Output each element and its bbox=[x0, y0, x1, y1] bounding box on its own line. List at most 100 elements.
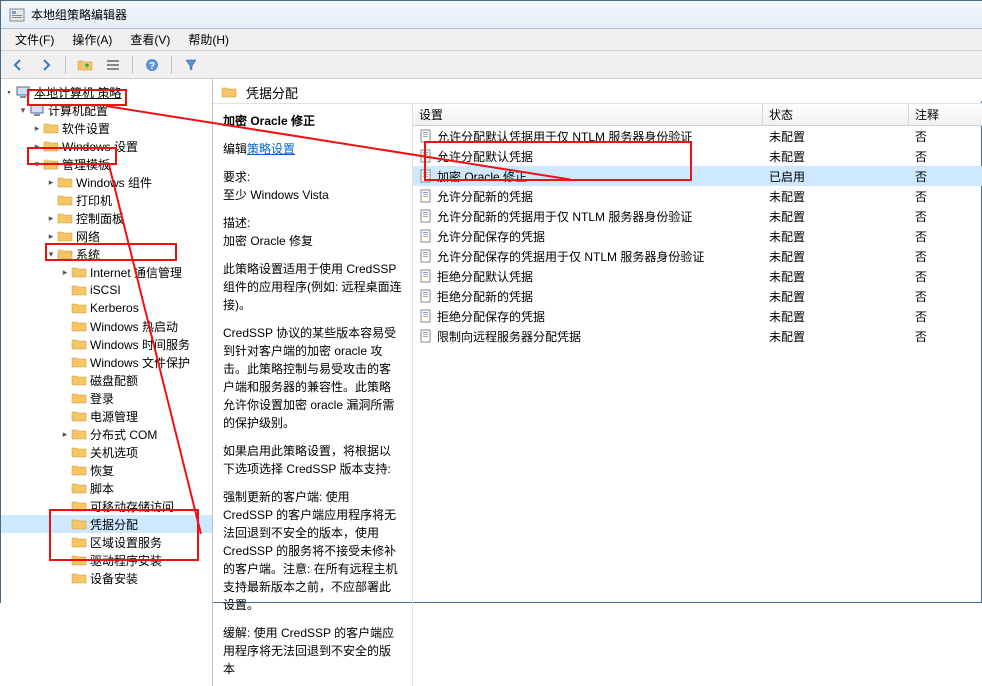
filter-button[interactable] bbox=[180, 54, 202, 76]
tree-logon[interactable]: ▸ 登录 bbox=[1, 389, 212, 407]
expander-icon[interactable]: ▸ bbox=[31, 140, 43, 152]
toolbar: ? bbox=[1, 51, 982, 79]
folder-icon bbox=[57, 174, 73, 190]
tree-internet-comm[interactable]: ▸ Internet 通信管理 bbox=[1, 263, 212, 281]
folder-icon bbox=[71, 318, 87, 334]
list-row[interactable]: 允许分配保存的凭据用于仅 NTLM 服务器身份验证 未配置 否 bbox=[413, 246, 982, 266]
tree-label: 凭据分配 bbox=[90, 516, 138, 533]
tree-recovery[interactable]: ▸ 恢复 bbox=[1, 461, 212, 479]
folder-open-icon bbox=[43, 156, 59, 172]
tree-label: 磁盘配额 bbox=[90, 372, 138, 389]
tree-dcom[interactable]: ▸ 分布式 COM bbox=[1, 425, 212, 443]
cell-comment: 否 bbox=[909, 248, 982, 265]
tree-pane[interactable]: ▪ 本地计算机 策略 ▾ 计算机配置 ▸软件设置 ▸ Windows 设置 bbox=[1, 79, 213, 686]
tree-iscsi[interactable]: ▸ iSCSI bbox=[1, 281, 212, 299]
setting-name: 允许分配新的凭据用于仅 NTLM 服务器身份验证 bbox=[437, 208, 692, 225]
list-row[interactable]: 限制向远程服务器分配凭据 未配置 否 bbox=[413, 326, 982, 346]
expander-icon[interactable]: ▪ bbox=[3, 86, 15, 98]
cell-comment: 否 bbox=[909, 168, 982, 185]
setting-name: 拒绝分配保存的凭据 bbox=[437, 308, 545, 325]
tree-regional-settings[interactable]: ▸ 区域设置服务 bbox=[1, 533, 212, 551]
tree-printers[interactable]: ▸打印机 bbox=[1, 191, 212, 209]
expander-icon[interactable]: ▾ bbox=[45, 248, 57, 260]
tree-win-fileprot[interactable]: ▸ Windows 文件保护 bbox=[1, 353, 212, 371]
list-row[interactable]: 允许分配默认凭据 未配置 否 bbox=[413, 146, 982, 166]
tree-scripts[interactable]: ▸ 脚本 bbox=[1, 479, 212, 497]
cell-status: 已启用 bbox=[763, 168, 909, 185]
up-folder-button[interactable] bbox=[74, 54, 96, 76]
tree-shutdown-opts[interactable]: ▸ 关机选项 bbox=[1, 443, 212, 461]
app-icon bbox=[9, 7, 25, 23]
expander-icon[interactable]: ▸ bbox=[45, 212, 57, 224]
cell-status: 未配置 bbox=[763, 228, 909, 245]
tree-admin-templates[interactable]: ▾管理模板 bbox=[1, 155, 212, 173]
tree-label: Windows 设置 bbox=[62, 138, 138, 155]
list-row[interactable]: 拒绝分配新的凭据 未配置 否 bbox=[413, 286, 982, 306]
help-button[interactable]: ? bbox=[141, 54, 163, 76]
back-button[interactable] bbox=[7, 54, 29, 76]
folder-icon bbox=[57, 210, 73, 226]
policy-list-pane: 设置 状态 注释 允许分配默认凭据用于仅 NTLM 服务器身份验证 未配置 否 … bbox=[413, 104, 982, 686]
list-row[interactable]: 允许分配新的凭据用于仅 NTLM 服务器身份验证 未配置 否 bbox=[413, 206, 982, 226]
list-row[interactable]: 允许分配新的凭据 未配置 否 bbox=[413, 186, 982, 206]
column-header[interactable]: 设置 状态 注释 bbox=[413, 104, 982, 126]
expander-icon[interactable]: ▸ bbox=[59, 266, 71, 278]
forward-button[interactable] bbox=[35, 54, 57, 76]
description-p1: 此策略设置适用于使用 CredSSP 组件的应用程序(例如: 远程桌面连接)。 bbox=[223, 260, 402, 314]
tree-cred-delegation[interactable]: ▸ 凭据分配 bbox=[1, 515, 212, 533]
tree-label: 分布式 COM bbox=[90, 426, 157, 443]
tree-win-hotstart[interactable]: ▸ Windows 热启动 bbox=[1, 317, 212, 335]
setting-name: 拒绝分配默认凭据 bbox=[437, 268, 533, 285]
tree-root[interactable]: ▪ 本地计算机 策略 bbox=[1, 83, 212, 101]
expander-icon[interactable]: ▸ bbox=[45, 230, 57, 242]
expander-icon[interactable]: ▸ bbox=[45, 176, 57, 188]
tree-kerberos[interactable]: ▸ Kerberos bbox=[1, 299, 212, 317]
tree-computer-config[interactable]: ▾ 计算机配置 bbox=[1, 101, 212, 119]
col-header-setting[interactable]: 设置 bbox=[413, 104, 763, 125]
list-row[interactable]: 允许分配默认凭据用于仅 NTLM 服务器身份验证 未配置 否 bbox=[413, 126, 982, 146]
tree-network[interactable]: ▸网络 bbox=[1, 227, 212, 245]
tree-label: 系统 bbox=[76, 246, 100, 263]
tree-label: 本地计算机 策略 bbox=[34, 84, 121, 101]
tree-windows-settings[interactable]: ▸ Windows 设置 bbox=[1, 137, 212, 155]
cell-comment: 否 bbox=[909, 328, 982, 345]
tree-system[interactable]: ▾ 系统 bbox=[1, 245, 212, 263]
list-row[interactable]: 加密 Oracle 修正 已启用 否 bbox=[413, 166, 982, 186]
menu-help[interactable]: 帮助(H) bbox=[180, 29, 237, 50]
tree-power-mgmt[interactable]: ▸ 电源管理 bbox=[1, 407, 212, 425]
col-header-status[interactable]: 状态 bbox=[763, 104, 909, 125]
expander-icon[interactable]: ▸ bbox=[59, 428, 71, 440]
tree-driver-install[interactable]: ▸ 驱动程序安装 bbox=[1, 551, 212, 569]
list-row[interactable]: 拒绝分配保存的凭据 未配置 否 bbox=[413, 306, 982, 326]
menu-file[interactable]: 文件(F) bbox=[7, 29, 62, 50]
tree-disk-quota[interactable]: ▸ 磁盘配额 bbox=[1, 371, 212, 389]
edit-policy-link[interactable]: 策略设置 bbox=[247, 142, 295, 156]
tree-label: 设备安装 bbox=[90, 570, 138, 587]
tree-win-timesvc[interactable]: ▸ Windows 时间服务 bbox=[1, 335, 212, 353]
right-pane: 凭据分配 加密 Oracle 修正 编辑策略设置 要求: 至少 Windows … bbox=[213, 79, 982, 686]
list-row[interactable]: 拒绝分配默认凭据 未配置 否 bbox=[413, 266, 982, 286]
description-label: 描述: bbox=[223, 214, 402, 232]
expander-icon[interactable]: ▾ bbox=[17, 104, 29, 116]
tree-device-install[interactable]: ▸ 设备安装 bbox=[1, 569, 212, 587]
cell-status: 未配置 bbox=[763, 188, 909, 205]
expander-icon[interactable]: ▸ bbox=[31, 122, 43, 134]
list-row[interactable]: 允许分配保存的凭据 未配置 否 bbox=[413, 226, 982, 246]
menu-action[interactable]: 操作(A) bbox=[64, 29, 120, 50]
folder-icon bbox=[71, 534, 87, 550]
tree-control-panel[interactable]: ▸控制面板 bbox=[1, 209, 212, 227]
expander-icon[interactable]: ▾ bbox=[31, 158, 43, 170]
filter-icon bbox=[184, 58, 198, 72]
folder-icon bbox=[221, 84, 237, 100]
list-view-button[interactable] bbox=[102, 54, 124, 76]
tree-removable-storage[interactable]: ▸ 可移动存储访问 bbox=[1, 497, 212, 515]
tree-label: 驱动程序安装 bbox=[90, 552, 162, 569]
cell-status: 未配置 bbox=[763, 248, 909, 265]
tree-windows-components[interactable]: ▸Windows 组件 bbox=[1, 173, 212, 191]
col-header-comment[interactable]: 注释 bbox=[909, 104, 982, 125]
back-icon bbox=[11, 58, 25, 72]
menu-view[interactable]: 查看(V) bbox=[122, 29, 178, 50]
folder-open-icon bbox=[57, 246, 73, 262]
policy-icon bbox=[419, 209, 433, 223]
tree-software-settings[interactable]: ▸软件设置 bbox=[1, 119, 212, 137]
